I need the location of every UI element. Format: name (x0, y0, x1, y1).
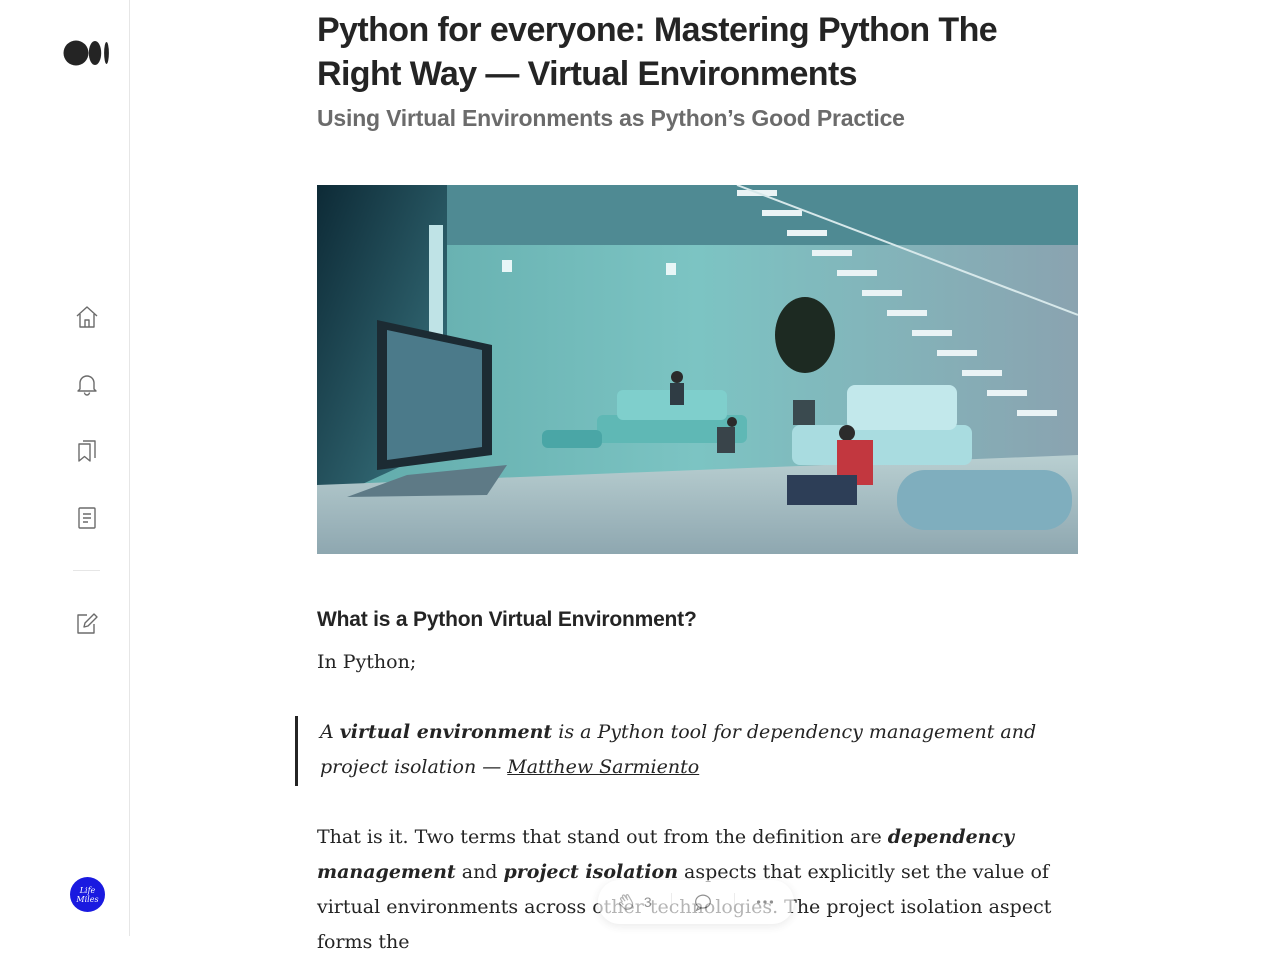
floating-action-bar: 3 (598, 880, 794, 924)
sidebar-divider (73, 570, 100, 571)
article-subtitle: Using Virtual Environments as Python’s G… (317, 105, 905, 131)
comment-icon (694, 894, 711, 912)
clap-button[interactable]: 3 (616, 891, 652, 913)
action-divider (671, 893, 673, 911)
section-heading: What is a Python Virtual Environment? (317, 608, 697, 631)
intro-paragraph: In Python; (317, 651, 417, 673)
more-button[interactable] (754, 891, 776, 913)
quote-prefix: A (320, 721, 340, 743)
write-icon[interactable] (74, 611, 100, 637)
left-sidebar: Life Miles (0, 0, 130, 936)
blockquote: A virtual environment is a Python tool f… (320, 715, 1060, 785)
para-text-a: That is it. Two terms that stand out fro… (317, 826, 888, 848)
stories-icon[interactable] (74, 505, 100, 531)
quote-author-link[interactable]: Matthew Sarmiento (507, 756, 699, 778)
medium-logo-icon[interactable] (63, 40, 111, 66)
para-text-c: and (455, 861, 504, 883)
bookmarks-icon[interactable] (74, 438, 100, 464)
clap-count: 3 (643, 894, 652, 910)
blockquote-bar (295, 716, 298, 786)
response-button[interactable] (692, 891, 714, 913)
clap-icon (618, 894, 633, 911)
action-divider (733, 893, 735, 911)
quote-term: virtual environment (339, 721, 553, 743)
bell-icon[interactable] (74, 371, 100, 397)
hero-image[interactable] (317, 185, 1078, 554)
avatar[interactable]: Life Miles (70, 877, 105, 912)
article-title: Python for everyone: Mastering Python Th… (317, 11, 998, 93)
more-icon (757, 900, 774, 904)
home-icon[interactable] (74, 304, 100, 330)
avatar-text: Life Miles (76, 885, 99, 904)
